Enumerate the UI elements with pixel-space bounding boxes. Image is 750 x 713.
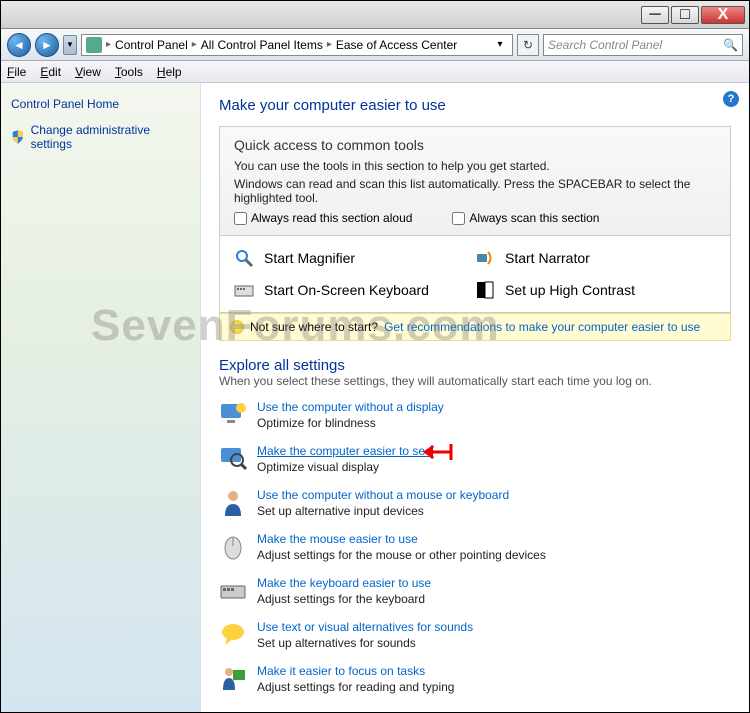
setting-sound-alternatives: Use text or visual alternatives for soun… xyxy=(219,620,731,650)
setting-desc: Adjust settings for the keyboard xyxy=(257,592,431,606)
setting-link[interactable]: Make the keyboard easier to use xyxy=(257,576,431,590)
quick-access-panel: Quick access to common tools You can use… xyxy=(219,126,731,236)
checkbox-read-aloud-input[interactable] xyxy=(234,212,247,225)
recommend-link[interactable]: Get recommendations to make your compute… xyxy=(384,320,700,334)
sidebar-admin-link[interactable]: Change administrative settings xyxy=(11,123,190,151)
forward-button[interactable]: ► xyxy=(35,33,59,57)
sidebar: Control Panel Home Change administrative… xyxy=(1,83,201,712)
page-title: Make your computer easier to use xyxy=(219,97,731,114)
setting-desc: Optimize for blindness xyxy=(257,416,444,430)
recommend-text: Not sure where to start? xyxy=(250,320,378,334)
help-icon[interactable]: ? xyxy=(723,91,739,107)
setting-without-display: Use the computer without a display Optimi… xyxy=(219,400,731,430)
setting-desc: Adjust settings for the mouse or other p… xyxy=(257,548,546,562)
recommendations-bar: Not sure where to start? Get recommendat… xyxy=(219,313,731,341)
setting-desc: Set up alternatives for sounds xyxy=(257,636,473,650)
setting-link[interactable]: Make it easier to focus on tasks xyxy=(257,664,425,678)
checkbox-scan-input[interactable] xyxy=(452,212,465,225)
bulb-icon xyxy=(230,320,244,334)
crumb-control-panel[interactable]: Control Panel xyxy=(115,38,188,52)
contrast-icon xyxy=(475,280,495,300)
menu-bar: File Edit View Tools Help xyxy=(1,61,749,83)
chevron-right-icon: ▸ xyxy=(192,39,197,50)
content: Control Panel Home Change administrative… xyxy=(1,83,749,712)
shield-icon xyxy=(11,130,25,144)
monitor-icon xyxy=(219,400,247,428)
close-button[interactable]: X xyxy=(701,6,745,24)
address-bar: ◄ ► ▼ ▸ Control Panel ▸ All Control Pane… xyxy=(1,29,749,61)
start-magnifier[interactable]: Start Magnifier xyxy=(234,248,475,268)
setting-desc: Adjust settings for reading and typing xyxy=(257,680,454,694)
magnifier-icon xyxy=(234,248,254,268)
person-icon xyxy=(219,488,247,516)
setting-link[interactable]: Make the computer easier to see xyxy=(257,444,432,458)
menu-file[interactable]: File xyxy=(7,65,26,79)
narrator-icon xyxy=(475,248,495,268)
start-narrator[interactable]: Start Narrator xyxy=(475,248,716,268)
red-arrow-annotation xyxy=(419,440,453,464)
settings-list: Use the computer without a display Optimi… xyxy=(219,400,731,694)
crumb-ease-of-access[interactable]: Ease of Access Center xyxy=(336,38,457,52)
explore-subtext: When you select these settings, they wil… xyxy=(219,374,731,388)
address-dropdown[interactable]: ▾ xyxy=(492,39,508,50)
location-icon xyxy=(86,37,102,53)
setting-desc: Optimize visual display xyxy=(257,460,432,474)
setting-link[interactable]: Use the computer without a mouse or keyb… xyxy=(257,488,509,502)
chevron-right-icon: ▸ xyxy=(106,39,111,50)
panel-heading: Quick access to common tools xyxy=(234,137,716,153)
start-osk[interactable]: Start On-Screen Keyboard xyxy=(234,280,475,300)
back-button[interactable]: ◄ xyxy=(7,33,31,57)
checkbox-scan[interactable]: Always scan this section xyxy=(452,211,599,225)
main-pane: ? Make your computer easier to use Quick… xyxy=(201,83,749,712)
setting-mouse-easier: Make the mouse easier to use Adjust setti… xyxy=(219,532,731,562)
setting-link[interactable]: Use the computer without a display xyxy=(257,400,444,414)
titlebar: ─ □ X xyxy=(1,1,749,29)
search-icon[interactable]: 🔍 xyxy=(723,38,738,52)
setting-keyboard-easier: Make the keyboard easier to use Adjust se… xyxy=(219,576,731,606)
minimize-button[interactable]: ─ xyxy=(641,6,669,24)
search-input[interactable]: Search Control Panel 🔍 xyxy=(543,34,743,56)
speech-bubble-icon xyxy=(219,620,247,648)
setting-focus-tasks: Make it easier to focus on tasks Adjust s… xyxy=(219,664,731,694)
menu-help[interactable]: Help xyxy=(157,65,182,79)
setting-link[interactable]: Make the mouse easier to use xyxy=(257,532,418,546)
setting-without-mouse-keyboard: Use the computer without a mouse or keyb… xyxy=(219,488,731,518)
keyboard-lg-icon xyxy=(219,576,247,604)
maximize-button[interactable]: □ xyxy=(671,6,699,24)
breadcrumb[interactable]: ▸ Control Panel ▸ All Control Panel Item… xyxy=(81,34,513,56)
menu-tools[interactable]: Tools xyxy=(115,65,143,79)
crumb-all-items[interactable]: All Control Panel Items xyxy=(201,38,323,52)
menu-edit[interactable]: Edit xyxy=(40,65,61,79)
search-placeholder: Search Control Panel xyxy=(548,38,662,52)
magnify-screen-icon xyxy=(219,444,247,472)
setup-high-contrast[interactable]: Set up High Contrast xyxy=(475,280,716,300)
sidebar-admin-label: Change administrative settings xyxy=(31,123,190,151)
setting-easier-to-see: Make the computer easier to see Optimize … xyxy=(219,444,731,474)
quick-tools-grid: Start Magnifier Start Narrator Start On-… xyxy=(219,236,731,313)
setting-desc: Set up alternative input devices xyxy=(257,504,509,518)
panel-text-1: You can use the tools in this section to… xyxy=(234,159,716,173)
sidebar-home-link[interactable]: Control Panel Home xyxy=(11,97,190,111)
panel-text-2: Windows can read and scan this list auto… xyxy=(234,177,716,205)
explore-heading: Explore all settings xyxy=(219,357,731,374)
refresh-button[interactable]: ↻ xyxy=(517,34,539,56)
chevron-right-icon: ▸ xyxy=(327,39,332,50)
menu-view[interactable]: View xyxy=(75,65,101,79)
checkbox-read-aloud[interactable]: Always read this section aloud xyxy=(234,211,412,225)
window: ─ □ X ◄ ► ▼ ▸ Control Panel ▸ All Contro… xyxy=(0,0,750,713)
setting-link[interactable]: Use text or visual alternatives for soun… xyxy=(257,620,473,634)
person-board-icon xyxy=(219,664,247,692)
mouse-icon xyxy=(219,532,247,560)
nav-history-dropdown[interactable]: ▼ xyxy=(63,35,77,55)
keyboard-icon xyxy=(234,280,254,300)
